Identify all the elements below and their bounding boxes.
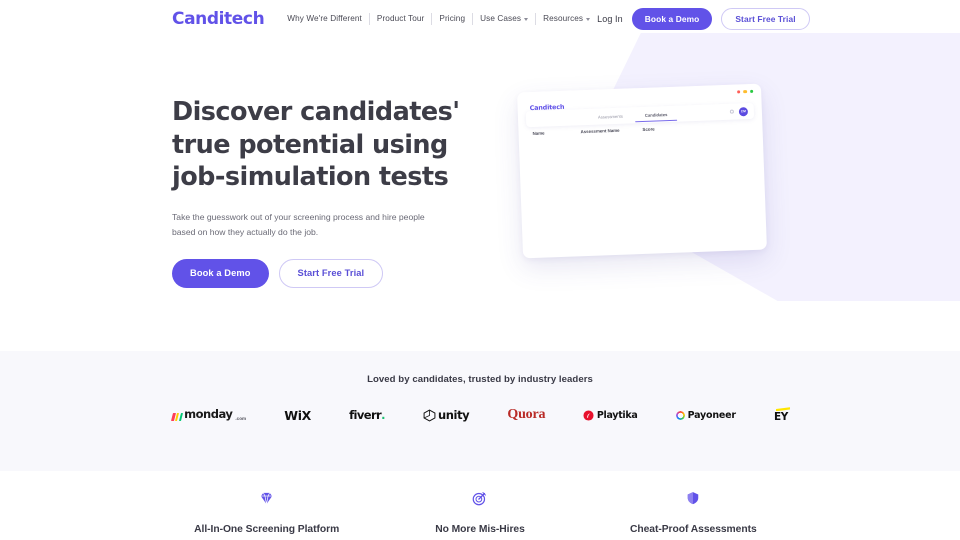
hero-heading-line-3: job-simulation tests [172,162,449,193]
nav-item-use-cases[interactable]: Use Cases [473,14,535,23]
fiverr-wordmark: fiverr. [349,408,385,422]
gear-icon [729,109,734,115]
hero-subtext: Take the guesswork out of your screening… [172,211,425,237]
nav-links: Why We're Different Product Tour Pricing… [280,12,597,25]
logo-payoneer: Payoneer [675,403,736,427]
logo-playtika: Playtika [583,403,638,427]
product-screenshot-mockup: Canditech Assessments Candidates CM Name… [517,83,767,259]
nav-item-resources[interactable]: Resources [536,14,597,23]
avatar: CM [738,106,749,116]
hero-section: Discover candidates' true potential usin… [172,96,502,288]
feature-title: All-In-One Screening Platform [194,524,340,535]
mock-tab-assessments[interactable]: Assessments [598,113,623,119]
nav-item-label: Pricing [439,14,466,23]
wix-wordmark: WiX [284,407,312,423]
ey-wordmark: EY [773,411,788,424]
unity-wordmark: unity [437,408,470,422]
window-traffic-lights [736,89,754,94]
playtika-wordmark: Playtika [596,409,638,421]
logo-unity: unity [423,403,470,427]
quora-wordmark: Quora [507,407,546,422]
logo-monday: monday .com [171,403,247,427]
mock-tabs: Assessments Candidates [598,106,668,125]
feature-all-in-one-screening-platform: All-In-One Screening Platform [160,486,373,535]
nav-item-label: Product Tour [376,14,425,23]
nav-item-label: Why We're Different [287,14,362,23]
unity-cube-icon [423,409,436,421]
hero-book-demo-button[interactable]: Book a Demo [172,258,269,288]
hero-heading-line-1: Discover candidates' [172,97,460,127]
chevron-down-icon [586,17,591,21]
nav-start-free-trial-button[interactable]: Start Free Trial [721,7,810,30]
feature-title: No More Mis-Hires [435,524,525,535]
minimize-dot-icon [743,90,747,94]
mock-toolbar-actions: CM [729,106,749,117]
diamond-icon [259,486,274,510]
chevron-down-icon [524,17,529,21]
logo-quora: Quora [507,403,545,427]
nav-item-product-tour[interactable]: Product Tour [370,14,431,23]
playtika-circle-icon [583,409,594,421]
logo-ey: EY [773,403,790,427]
feature-title: Cheat-Proof Assessments [629,524,757,535]
hero-cta-group: Book a Demo Start Free Trial [172,258,502,288]
hero-heading-line-2: true potential using [172,129,448,160]
hero-start-free-trial-button[interactable]: Start Free Trial [278,258,384,288]
nav-item-label: Resources [543,14,584,23]
feature-cheat-proof-assessments: Cheat-Proof Assessments [587,486,800,535]
mock-column-score: Score [642,126,655,132]
nav-actions: Log In Book a Demo Start Free Trial [597,7,810,30]
logo-wix: WiX [284,403,311,427]
mock-column-name: Name [532,130,545,136]
monday-slashes-icon [171,412,184,421]
nav-item-pricing[interactable]: Pricing [432,14,472,23]
close-dot-icon [736,90,741,94]
social-proof-title: Loved by candidates, trusted by industry… [367,374,593,385]
customer-logos: monday .com WiX fiverr. unity Quora Play… [0,403,960,427]
mock-window: Canditech Assessments Candidates CM Name… [517,83,767,259]
logo-fiverr: fiverr. [349,403,385,427]
shield-icon [686,486,700,510]
login-link[interactable]: Log In [597,14,623,24]
mock-column-assessment-name: Assessment Name [580,127,620,135]
nav-item-why-were-different[interactable]: Why We're Different [280,14,369,23]
feature-no-more-mis-hires: No More Mis-Hires [373,486,586,535]
brand-logo[interactable]: Canditech [172,9,265,29]
nav-book-demo-button[interactable]: Book a Demo [631,7,713,30]
mock-tab-candidates[interactable]: Candidates [645,112,668,118]
monday-suffix: .com [235,415,247,421]
target-icon [472,486,487,510]
payoneer-wordmark: Payoneer [687,409,736,421]
social-proof-band: Loved by candidates, trusted by industry… [0,351,960,471]
features-row: All-In-One Screening Platform No More Mi… [0,486,960,535]
monday-wordmark: monday [184,407,233,422]
hero-heading: Discover candidates' true potential usin… [172,96,502,194]
nav-item-label: Use Cases [480,14,522,23]
maximize-dot-icon [749,89,754,94]
payoneer-ring-icon [675,410,685,420]
top-navigation-bar: Canditech Why We're Different Product To… [0,0,960,37]
landing-page: Canditech Why We're Different Product To… [0,0,960,540]
